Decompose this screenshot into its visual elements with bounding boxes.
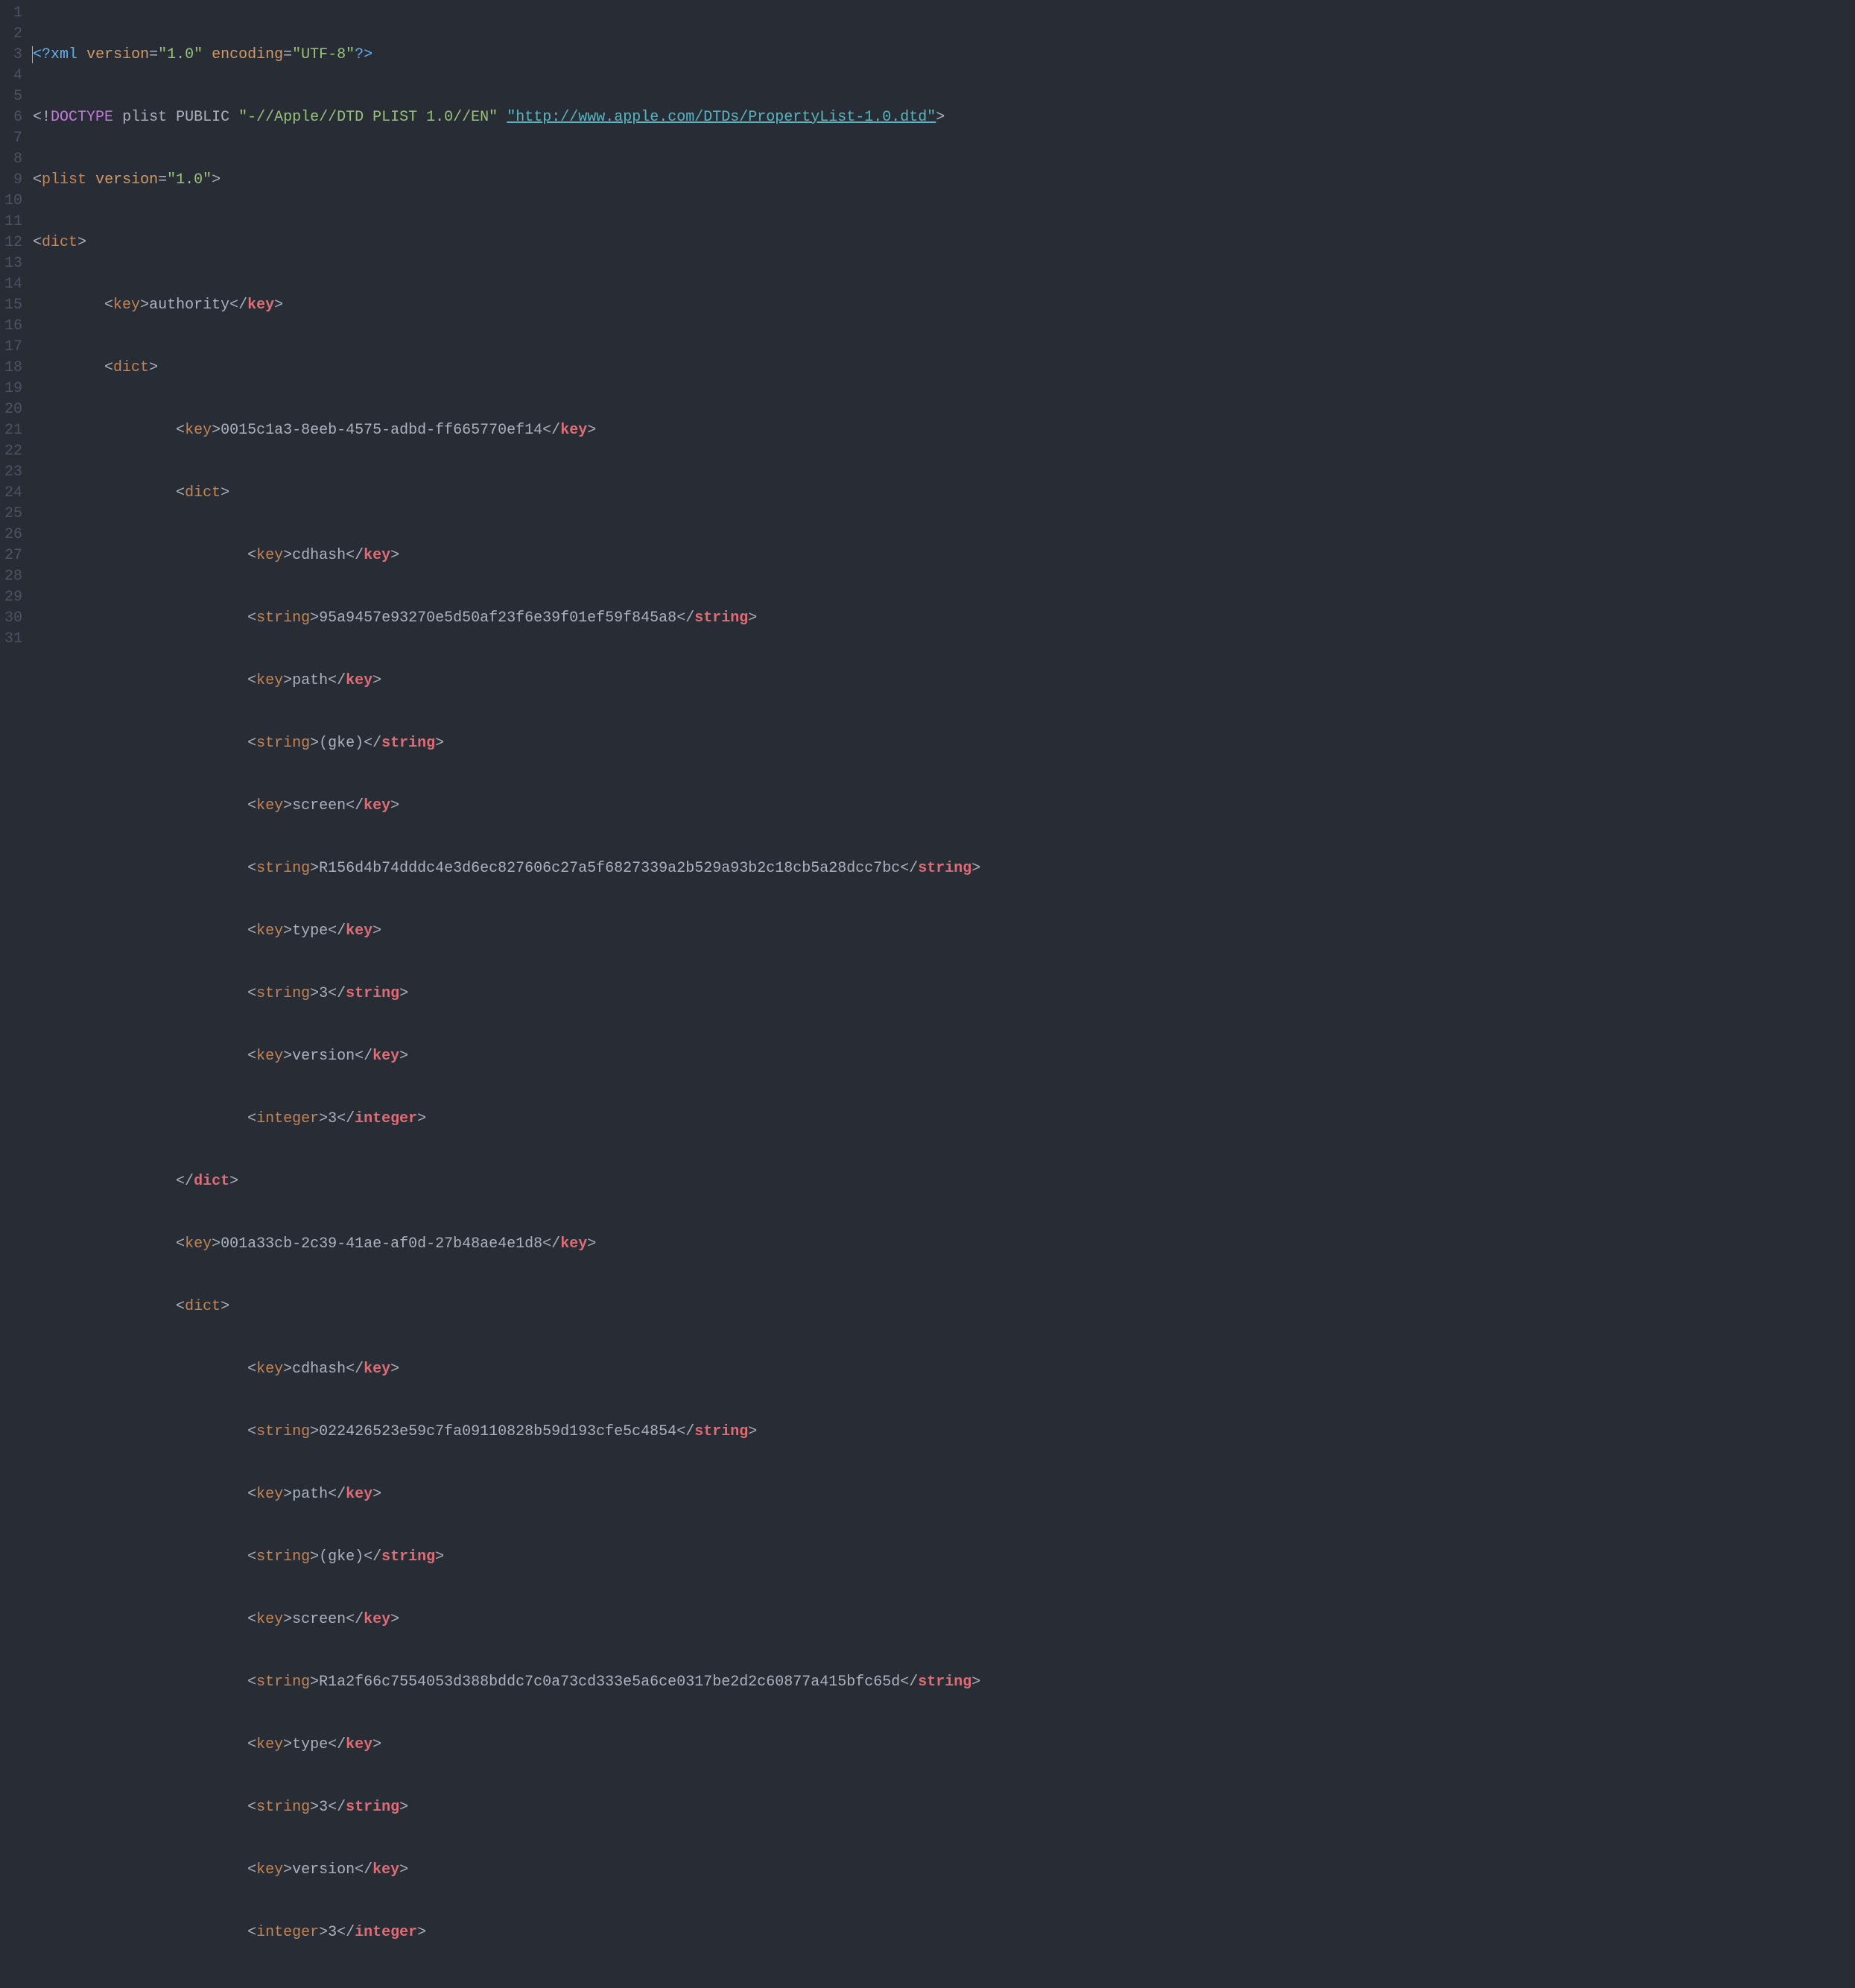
code-line[interactable]: <?xml version="1.0" encoding="UTF-8"?>: [33, 45, 980, 66]
line-number: 1: [4, 3, 22, 24]
line-number: 15: [4, 295, 22, 316]
code-line[interactable]: <key>001a33cb-2c39-41ae-af0d-27b48ae4e1d…: [33, 1234, 980, 1255]
code-line[interactable]: <key>type</key>: [33, 921, 980, 942]
code-line[interactable]: <key>screen</key>: [33, 796, 980, 817]
code-line[interactable]: <key>version</key>: [33, 1860, 980, 1881]
code-line[interactable]: <dict>: [33, 1297, 980, 1317]
code-line[interactable]: <string>022426523e59c7fa09110828b59d193c…: [33, 1422, 980, 1443]
line-number: 5: [4, 86, 22, 107]
line-number: 27: [4, 545, 22, 566]
line-number: 10: [4, 191, 22, 212]
line-number: 17: [4, 337, 22, 358]
code-line[interactable]: <key>path</key>: [33, 671, 980, 691]
code-line[interactable]: <dict>: [33, 232, 980, 253]
code-line[interactable]: <key>0015c1a3-8eeb-4575-adbd-ff665770ef1…: [33, 420, 980, 441]
code-line[interactable]: <key>screen</key>: [33, 1609, 980, 1630]
code-line[interactable]: </dict>: [33, 1171, 980, 1192]
code-line[interactable]: <string>3</string>: [33, 1797, 980, 1818]
line-number: 26: [4, 525, 22, 545]
code-line[interactable]: <key>cdhash</key>: [33, 545, 980, 566]
line-number: 8: [4, 149, 22, 170]
code-line[interactable]: <dict>: [33, 483, 980, 504]
line-number: 11: [4, 212, 22, 232]
code-line[interactable]: <key>cdhash</key>: [33, 1359, 980, 1380]
line-number: 19: [4, 379, 22, 399]
line-number: 31: [4, 629, 22, 650]
line-number: 30: [4, 608, 22, 629]
code-editor[interactable]: <?xml version="1.0" encoding="UTF-8"?> <…: [28, 0, 980, 1988]
code-line[interactable]: <!DOCTYPE plist PUBLIC "-//Apple//DTD PL…: [33, 107, 980, 128]
code-line[interactable]: <string>95a9457e93270e5d50af23f6e39f01ef…: [33, 608, 980, 629]
line-number: 14: [4, 274, 22, 295]
line-number: 13: [4, 253, 22, 274]
line-number: 7: [4, 128, 22, 149]
line-number: 25: [4, 504, 22, 525]
line-number: 20: [4, 399, 22, 420]
line-number: 2: [4, 24, 22, 45]
code-line[interactable]: <string>(gke)</string>: [33, 733, 980, 754]
line-number: 9: [4, 170, 22, 191]
line-number: 16: [4, 316, 22, 337]
line-number: 24: [4, 483, 22, 504]
code-line[interactable]: <string>(gke)</string>: [33, 1547, 980, 1568]
code-line[interactable]: <string>R1a2f66c7554053d388bddc7c0a73cd3…: [33, 1672, 980, 1693]
line-number: 23: [4, 462, 22, 483]
line-number: 21: [4, 420, 22, 441]
line-number: 12: [4, 232, 22, 253]
line-number: 18: [4, 358, 22, 379]
code-line[interactable]: <key>version</key>: [33, 1046, 980, 1067]
line-number: 28: [4, 566, 22, 587]
code-line[interactable]: <string>3</string>: [33, 984, 980, 1004]
code-line[interactable]: <key>authority</key>: [33, 295, 980, 316]
line-number: 22: [4, 441, 22, 462]
code-line[interactable]: <key>type</key>: [33, 1735, 980, 1756]
line-number: 6: [4, 107, 22, 128]
code-line[interactable]: <dict>: [33, 358, 980, 379]
code-line[interactable]: <integer>3</integer>: [33, 1109, 980, 1130]
code-line[interactable]: <string>R156d4b74dddc4e3d6ec827606c27a5f…: [33, 858, 980, 879]
code-line[interactable]: <integer>3</integer>: [33, 1922, 980, 1943]
line-number: 29: [4, 587, 22, 608]
line-number: 4: [4, 66, 22, 86]
code-line[interactable]: <key>path</key>: [33, 1484, 980, 1505]
line-number: 3: [4, 45, 22, 66]
code-line[interactable]: <plist version="1.0">: [33, 170, 980, 191]
line-number-gutter: 1 2 3 4 5 6 7 8 9 10 11 12 13 14 15 16 1…: [0, 0, 28, 1988]
